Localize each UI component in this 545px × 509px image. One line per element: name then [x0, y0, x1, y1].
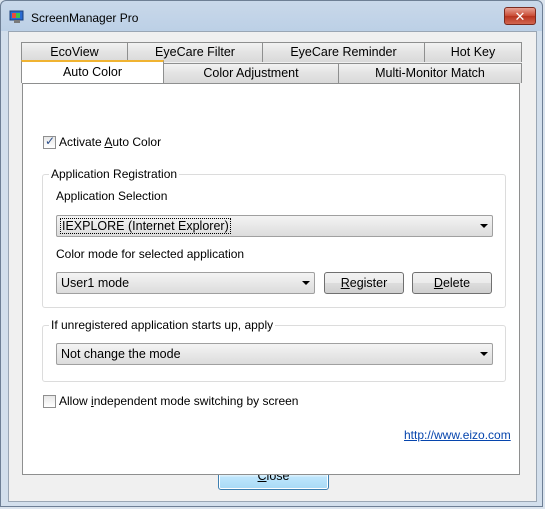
chevron-down-icon	[302, 281, 310, 285]
eizo-website-link[interactable]: http://www.eizo.com	[404, 428, 511, 442]
tab-label: EyeCare Filter	[155, 45, 235, 59]
application-registration-title: Application Registration	[49, 167, 180, 181]
tab-hot-key[interactable]: Hot Key	[424, 42, 522, 62]
tab-eyecare-reminder[interactable]: EyeCare Reminder	[262, 42, 425, 62]
application-select-value: IEXPLORE (Internet Explorer)	[60, 218, 231, 234]
auto-color-panel: ✓ Activate Auto Color Application Regist…	[22, 83, 520, 475]
activate-auto-color-checkbox[interactable]: ✓	[43, 134, 56, 149]
window-title: ScreenManager Pro	[31, 11, 139, 25]
register-button[interactable]: Register	[324, 272, 404, 294]
tab-multi-monitor-match[interactable]: Multi-Monitor Match	[338, 63, 522, 83]
color-mode-select-value: User1 mode	[61, 276, 130, 290]
application-selection-label: Application Selection	[56, 189, 168, 203]
tab-ecoview[interactable]: EcoView	[21, 42, 128, 62]
activate-auto-color-label[interactable]: Activate Auto Color	[59, 135, 161, 149]
tab-label: EyeCare Reminder	[290, 45, 397, 59]
tab-auto-color[interactable]: Auto Color	[21, 60, 164, 83]
independent-mode-label[interactable]: Allow independent mode switching by scre…	[59, 394, 298, 408]
window-close-button[interactable]: ✕	[504, 7, 536, 25]
application-select[interactable]: IEXPLORE (Internet Explorer)	[56, 215, 493, 237]
delete-button[interactable]: Delete	[412, 272, 492, 294]
title-bar[interactable]: ScreenManager Pro ✕	[1, 1, 542, 31]
unregistered-mode-value: Not change the mode	[61, 347, 181, 361]
color-mode-label: Color mode for selected application	[56, 247, 245, 261]
unregistered-mode-select[interactable]: Not change the mode	[56, 343, 493, 365]
app-window: ScreenManager Pro ✕ EcoView EyeCare Filt…	[0, 0, 543, 507]
app-icon	[9, 10, 24, 23]
color-mode-select[interactable]: User1 mode	[56, 272, 315, 294]
client-area: EcoView EyeCare Filter EyeCare Reminder …	[8, 31, 537, 502]
tab-eyecare-filter[interactable]: EyeCare Filter	[127, 42, 263, 62]
tab-label: Color Adjustment	[203, 66, 299, 80]
chevron-down-icon	[480, 224, 488, 228]
close-icon: ✕	[514, 9, 526, 24]
tab-label: EcoView	[50, 45, 99, 59]
tab-label: Hot Key	[450, 45, 496, 59]
chevron-down-icon	[480, 352, 488, 356]
checkmark-icon: ✓	[45, 134, 56, 148]
independent-mode-checkbox[interactable]	[43, 395, 56, 408]
tab-label: Multi-Monitor Match	[375, 66, 485, 80]
tab-color-adjustment[interactable]: Color Adjustment	[163, 63, 339, 83]
tab-label: Auto Color	[62, 65, 123, 79]
unregistered-group-title: If unregistered application starts up, a…	[49, 318, 276, 332]
